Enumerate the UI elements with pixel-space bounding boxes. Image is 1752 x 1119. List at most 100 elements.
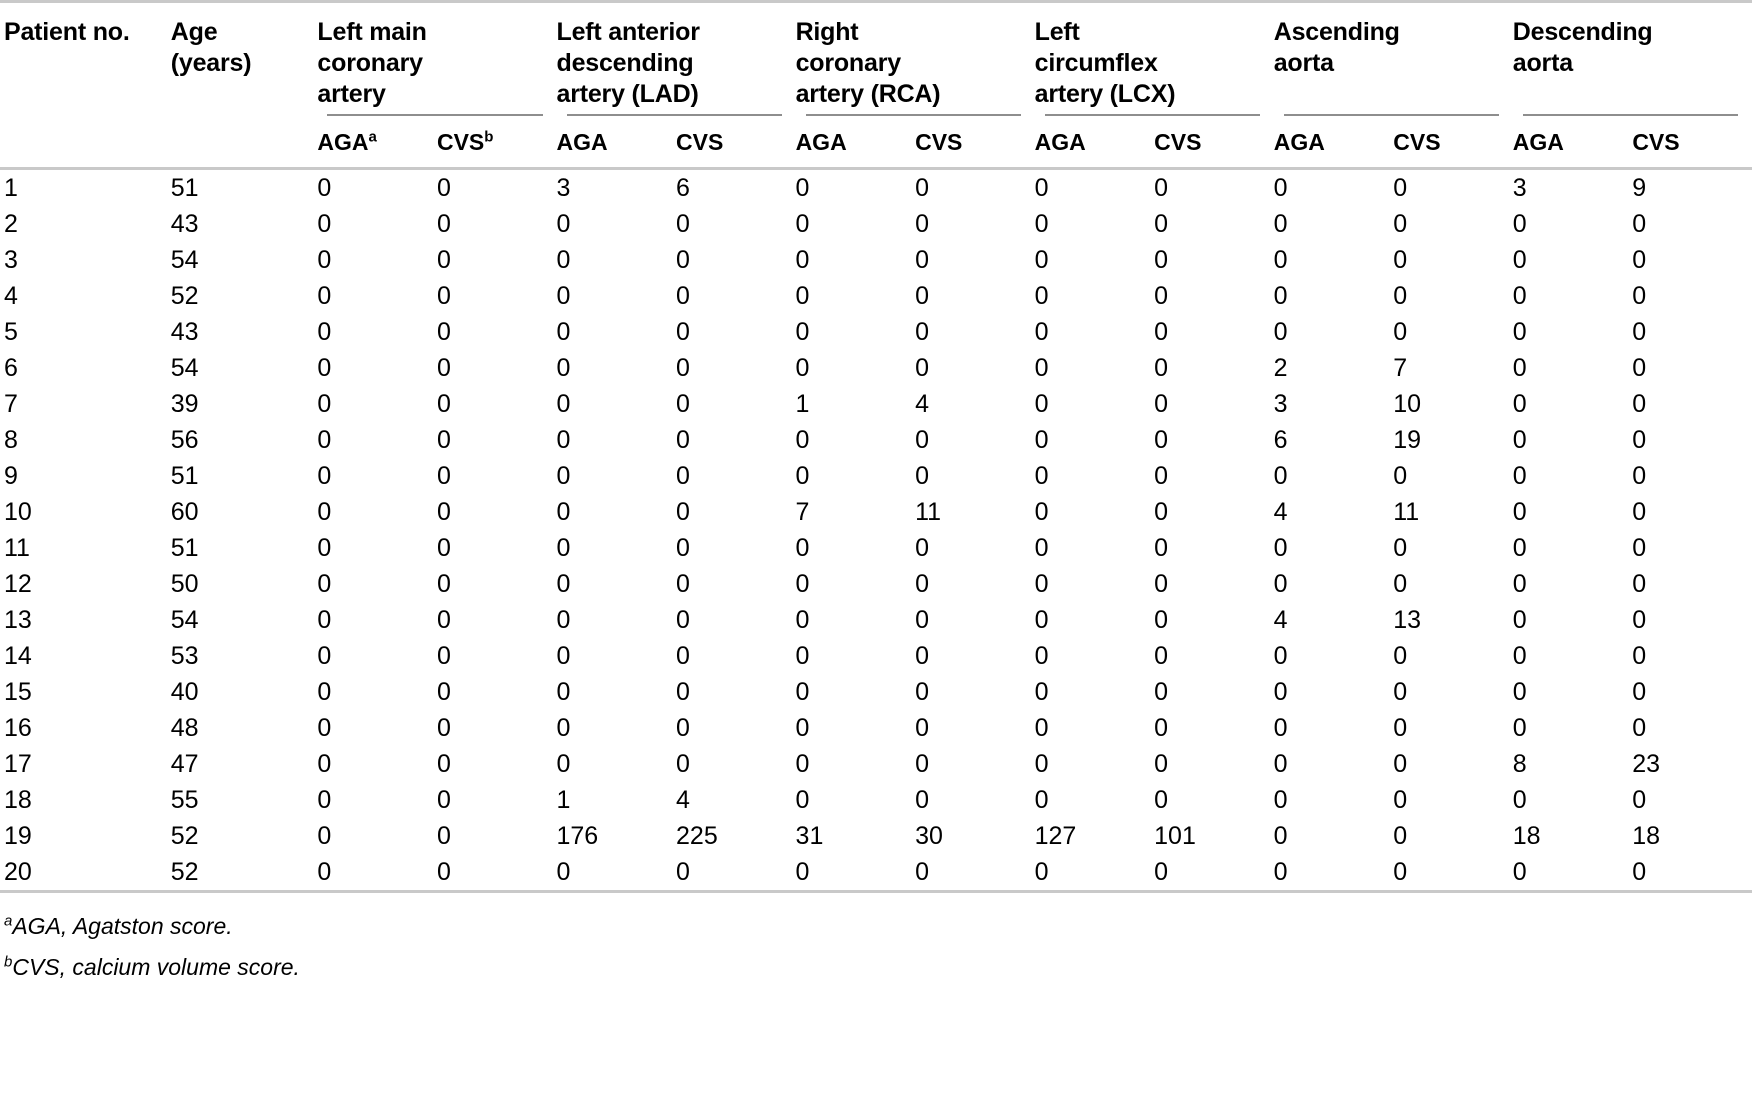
cell-score: 0 (556, 534, 571, 562)
cell-score: 0 (915, 858, 929, 886)
cell-score: 7 (795, 498, 810, 526)
cell-score: 0 (795, 282, 810, 310)
cell-score: 0 (436, 318, 451, 346)
group-title-line: coronary (795, 49, 902, 77)
cell-score: 0 (1034, 858, 1049, 886)
cell-age: 39 (170, 390, 199, 418)
cell-score: 6 (676, 174, 690, 202)
cell-score: 0 (317, 426, 332, 454)
subheader-label: AGA (1512, 129, 1564, 155)
cell-patient-no: 14 (4, 642, 32, 670)
cell-score: 0 (1034, 678, 1049, 706)
cell-score: 18 (1632, 822, 1661, 850)
cell-score: 0 (676, 318, 690, 346)
cell-score: 0 (317, 534, 332, 562)
cell-score: 0 (1512, 534, 1527, 562)
table-row: 10 60 0 0 0 0 7 11 0 0 4 11 0 0 (0, 494, 1752, 530)
cell-score: 0 (317, 318, 332, 346)
header-patient-no: Patient no. (4, 18, 130, 46)
cell-patient-no: 20 (4, 858, 32, 886)
cell-score: 0 (317, 786, 332, 814)
cell-score: 0 (556, 678, 571, 706)
group-title-line: descending (556, 49, 694, 77)
group-rule-rca (796, 110, 1035, 120)
cell-score: 0 (676, 426, 690, 454)
cell-score: 0 (1034, 498, 1049, 526)
cell-score: 0 (1393, 246, 1408, 274)
cell-score: 0 (1632, 606, 1647, 634)
cell-score: 0 (1393, 678, 1408, 706)
table-row: 15 40 0 0 0 0 0 0 0 0 0 0 0 0 (0, 674, 1752, 710)
header-group-descending-aorta: Descending aorta (1513, 3, 1752, 110)
cell-score: 0 (676, 642, 690, 670)
table-header: Patient no. Age (years) Left main corona… (0, 3, 1752, 167)
cell-score: 0 (1273, 750, 1288, 778)
cell-score: 0 (915, 318, 929, 346)
cell-score: 4 (1273, 606, 1288, 634)
table-row: 17 47 0 0 0 0 0 0 0 0 0 0 8 23 (0, 746, 1752, 782)
cell-score: 0 (1393, 534, 1408, 562)
cell-patient-no: 13 (4, 606, 32, 634)
cell-score: 0 (436, 570, 451, 598)
cell-score: 0 (1393, 174, 1408, 202)
cell-score: 0 (915, 210, 929, 238)
cell-score: 0 (556, 570, 571, 598)
cell-patient-no: 5 (4, 318, 18, 346)
subheader-label: CVS (1632, 129, 1680, 155)
cell-score: 0 (795, 318, 810, 346)
cell-score: 0 (1512, 858, 1527, 886)
cell-score: 0 (436, 354, 451, 382)
cell-patient-no: 2 (4, 210, 18, 238)
cell-score: 0 (915, 750, 929, 778)
cell-score: 176 (556, 822, 599, 850)
cell-score: 0 (1273, 318, 1288, 346)
cell-score: 0 (1273, 570, 1288, 598)
cell-score: 0 (1632, 426, 1647, 454)
cell-score: 0 (795, 174, 810, 202)
cell-patient-no: 12 (4, 570, 32, 598)
cell-age: 51 (170, 174, 199, 202)
group-title-line: coronary (317, 49, 423, 77)
footnote-a: aAGA, Agatston score. (0, 906, 1752, 947)
cell-patient-no: 9 (4, 462, 18, 490)
cell-score: 0 (676, 606, 690, 634)
cell-score: 0 (556, 282, 571, 310)
cell-score: 0 (1512, 354, 1527, 382)
cell-score: 0 (1154, 534, 1169, 562)
cell-score: 0 (1034, 786, 1049, 814)
cell-patient-no: 6 (4, 354, 18, 382)
cell-score: 0 (1512, 642, 1527, 670)
cell-age: 56 (170, 426, 199, 454)
cell-age: 53 (170, 642, 199, 670)
subheader-descending-aorta-aga: AGA (1513, 120, 1633, 167)
group-title-line: aorta (1512, 49, 1573, 77)
cell-score: 9 (1632, 174, 1647, 202)
cell-score: 0 (915, 246, 929, 274)
footnote-a-text: AGA, Agatston score. (12, 913, 233, 939)
cell-score: 0 (436, 714, 451, 742)
cell-score: 0 (676, 534, 690, 562)
cell-score: 11 (1393, 498, 1420, 526)
cell-score: 0 (1512, 786, 1527, 814)
group-rule-lcx (1035, 110, 1274, 120)
cell-score: 0 (1393, 858, 1408, 886)
table-row: 4 52 0 0 0 0 0 0 0 0 0 0 0 0 (0, 278, 1752, 314)
cell-score: 0 (795, 750, 810, 778)
cell-score: 0 (1273, 858, 1288, 886)
cell-score: 127 (1034, 822, 1077, 850)
cell-score: 18 (1512, 822, 1541, 850)
cell-score: 0 (1273, 282, 1288, 310)
subheader-label: CVS (676, 129, 724, 155)
cell-score: 0 (676, 246, 690, 274)
cell-score: 0 (1512, 246, 1527, 274)
cell-score: 0 (1273, 822, 1288, 850)
cell-score: 0 (317, 606, 332, 634)
table-row: 20 52 0 0 0 0 0 0 0 0 0 0 0 0 (0, 854, 1752, 890)
cell-score: 0 (1512, 210, 1527, 238)
cell-score: 0 (915, 282, 929, 310)
calcium-score-table-container: Patient no. Age (years) Left main corona… (0, 0, 1752, 988)
cell-score: 0 (317, 246, 332, 274)
table-row: 6 54 0 0 0 0 0 0 0 0 2 7 0 0 (0, 350, 1752, 386)
group-title-line: Descending (1512, 18, 1653, 46)
cell-score: 0 (317, 858, 332, 886)
